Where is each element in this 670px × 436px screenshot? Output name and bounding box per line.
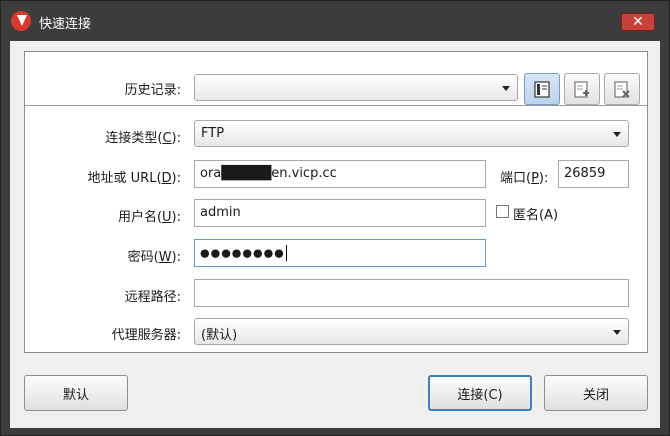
port-label: 端口(P): <box>500 171 549 186</box>
quick-connect-dialog: 快速连接 ✕ 历史记录: 连接类型(C): FTP 地址或 URL(D): or… <box>0 0 670 436</box>
proxy-label: 代理服务器: <box>111 328 181 343</box>
add-entry-icon <box>574 81 589 98</box>
close-window-button[interactable]: ✕ <box>621 13 655 31</box>
app-logo-icon <box>11 11 31 31</box>
username-input[interactable]: admin <box>194 199 486 227</box>
password-label: 密码(W): <box>127 250 181 265</box>
username-label: 用户名(U): <box>117 210 181 225</box>
history-dropdown[interactable] <box>194 74 518 101</box>
quick-connect-toolbar-button[interactable] <box>524 73 560 105</box>
remote-path-label: 远程路径: <box>124 290 181 305</box>
proxy-value: (默认) <box>201 328 238 343</box>
separator <box>25 105 647 106</box>
chevron-down-icon <box>613 330 621 335</box>
connect-button[interactable]: 连接(C) <box>428 375 532 411</box>
window-title: 快速连接 <box>39 17 92 32</box>
address-input[interactable]: ora█████en.vicp.cc <box>194 160 486 188</box>
password-input[interactable]: ●●●●●●●● <box>194 239 486 267</box>
address-value: ora█████en.vicp.cc <box>200 166 337 181</box>
address-label: 地址或 URL(D): <box>87 171 181 186</box>
username-value: admin <box>200 205 241 220</box>
proxy-dropdown[interactable]: (默认) <box>194 318 629 345</box>
port-input[interactable]: 26859 <box>558 160 629 188</box>
password-value: ●●●●●●●● <box>200 245 287 261</box>
port-value: 26859 <box>564 166 606 181</box>
remote-path-input[interactable] <box>194 279 629 307</box>
chevron-down-icon <box>613 132 621 137</box>
delete-entry-toolbar-button[interactable] <box>604 73 640 105</box>
history-label: 历史记录: <box>124 83 181 98</box>
close-icon: ✕ <box>632 14 644 30</box>
chevron-down-icon <box>502 86 510 91</box>
default-button[interactable]: 默认 <box>24 375 128 411</box>
connection-form: 历史记录: 连接类型(C): FTP 地址或 URL(D): ora█████e… <box>24 51 648 353</box>
connection-type-dropdown[interactable]: FTP <box>194 120 629 147</box>
title-bar: 快速连接 ✕ <box>1 1 669 41</box>
anonymous-label: 匿名(A) <box>513 208 559 223</box>
anonymous-checkbox[interactable] <box>496 205 509 218</box>
connection-type-label: 连接类型(C): <box>105 131 181 146</box>
close-button[interactable]: 关闭 <box>544 375 648 411</box>
delete-entry-icon <box>614 81 630 98</box>
dialog-body: 历史记录: 连接类型(C): FTP 地址或 URL(D): ora█████e… <box>10 41 660 428</box>
quick-connect-icon <box>534 81 550 98</box>
connection-type-value: FTP <box>201 126 225 141</box>
add-entry-toolbar-button[interactable] <box>564 73 600 105</box>
